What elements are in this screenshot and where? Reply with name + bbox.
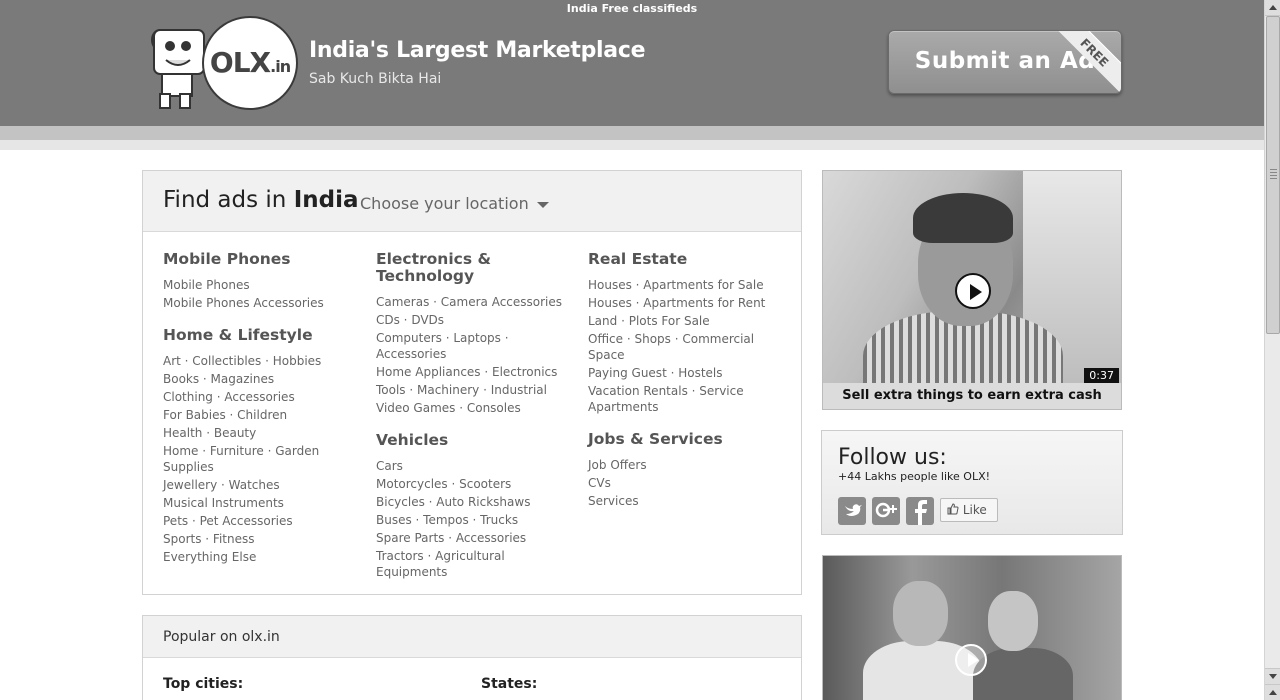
subcategory-link[interactable]: Computers · Laptops · Accessories — [376, 330, 526, 362]
twitter-icon[interactable] — [838, 497, 866, 525]
site-header: India Free classifieds OLX.in India's La… — [0, 0, 1264, 126]
find-ads-title: Find ads in India — [163, 187, 359, 213]
category-title[interactable]: Real Estate — [588, 251, 788, 268]
subcategory-link[interactable]: Everything Else — [163, 549, 363, 565]
subcategory-link[interactable]: Office · Shops · Commercial Space — [588, 331, 758, 363]
caret-down-icon — [536, 201, 549, 208]
video-caption: Sell extra things to earn extra cash — [823, 383, 1121, 409]
google-plus-icon[interactable] — [872, 497, 900, 525]
subcategory-link[interactable]: Motorcycles · Scooters — [376, 476, 576, 492]
site-title: India's Largest Marketplace — [309, 38, 646, 63]
scrollbar-thumb[interactable] — [1266, 16, 1280, 334]
category-mobile-phones: Mobile Phones Mobile Phones Mobile Phone… — [163, 251, 363, 311]
category-title[interactable]: Electronics & Technology — [376, 251, 516, 285]
site-tagline: Sab Kuch Bikta Hai — [309, 71, 442, 87]
subcategory-link[interactable]: Pets · Pet Accessories — [163, 513, 363, 529]
subcategory-link[interactable]: Land · Plots For Sale — [588, 313, 788, 329]
promo-video-2[interactable] — [822, 555, 1122, 700]
subcategory-link[interactable]: Houses · Apartments for Rent — [588, 295, 788, 311]
subcategory-link[interactable]: Video Games · Consoles — [376, 400, 576, 416]
subcategory-link[interactable]: For Babies · Children — [163, 407, 363, 423]
category-vehicles: Vehicles Cars Motorcycles · Scooters Bic… — [376, 432, 576, 580]
logo-badge: OLX.in — [202, 16, 298, 110]
header-divider — [0, 126, 1264, 140]
header-top-text: India Free classifieds — [566, 2, 698, 15]
subcategory-link[interactable]: Cars — [376, 458, 576, 474]
subcategory-link[interactable]: Buses · Tempos · Trucks — [376, 512, 576, 528]
subcategory-link[interactable]: Paying Guest · Hostels — [588, 365, 788, 381]
find-ads-header: Find ads in India Choose your location — [143, 171, 801, 232]
subcategory-link[interactable]: Mobile Phones — [163, 277, 363, 293]
popular-panel: Popular on olx.in Top cities: States: — [142, 615, 802, 700]
category-jobs-services: Jobs & Services Job Offers CVs Services — [588, 431, 788, 509]
category-column-3: Real Estate Houses · Apartments for Sale… — [588, 251, 788, 525]
find-ads-panel: Find ads in India Choose your location M… — [142, 170, 802, 595]
category-home-lifestyle: Home & Lifestyle Art · Collectibles · Ho… — [163, 327, 363, 565]
subcategory-link[interactable]: Art · Collectibles · Hobbies — [163, 353, 363, 369]
video2-person2-head — [988, 591, 1038, 651]
scroll-up-arrow-icon[interactable] — [1265, 684, 1280, 700]
category-title[interactable]: Mobile Phones — [163, 251, 363, 268]
video-person-hair — [913, 193, 1013, 243]
category-title[interactable]: Vehicles — [376, 432, 576, 449]
promo-video[interactable]: 0:37 Sell extra things to earn extra cas… — [822, 170, 1122, 410]
subcategory-link[interactable]: Home · Furniture · Garden Supplies — [163, 443, 323, 475]
states-heading: States: — [481, 676, 538, 692]
olx-logo[interactable]: OLX.in — [142, 16, 302, 111]
popular-header: Popular on olx.in — [143, 616, 801, 658]
page-scrollbar[interactable] — [1264, 0, 1280, 700]
play-icon[interactable] — [955, 273, 991, 309]
like-button[interactable]: Like — [940, 498, 998, 522]
subcategory-link[interactable]: CDs · DVDs — [376, 312, 576, 328]
follow-us-box: Follow us: +44 Lakhs people like OLX! Li… — [821, 430, 1123, 535]
subcategory-link[interactable]: Mobile Phones Accessories — [163, 295, 363, 311]
thumbs-up-icon — [947, 503, 963, 517]
subcategory-link[interactable]: Tools · Machinery · Industrial — [376, 382, 576, 398]
category-title[interactable]: Jobs & Services — [588, 431, 788, 448]
category-title[interactable]: Home & Lifestyle — [163, 327, 363, 344]
subcategory-link[interactable]: CVs — [588, 475, 788, 491]
location-selector[interactable]: Choose your location — [360, 194, 549, 213]
header-divider-light — [0, 140, 1264, 150]
category-column-1: Mobile Phones Mobile Phones Mobile Phone… — [163, 251, 363, 581]
subcategory-link[interactable]: Bicycles · Auto Rickshaws — [376, 494, 576, 510]
grip-icon — [1270, 169, 1277, 181]
subcategory-link[interactable]: Clothing · Accessories — [163, 389, 363, 405]
follow-us-title: Follow us: — [838, 445, 947, 470]
subcategory-link[interactable]: Cameras · Camera Accessories — [376, 294, 576, 310]
location-label: Choose your location — [360, 194, 529, 213]
subcategory-link[interactable]: Jewellery · Watches — [163, 477, 363, 493]
subcategory-link[interactable]: Musical Instruments — [163, 495, 363, 511]
play-icon[interactable] — [955, 644, 987, 676]
category-electronics: Electronics & Technology Cameras · Camer… — [376, 251, 576, 416]
subcategory-link[interactable]: Houses · Apartments for Sale — [588, 277, 788, 293]
like-label: Like — [962, 503, 987, 517]
subcategory-link[interactable]: Books · Magazines — [163, 371, 363, 387]
scroll-down-arrow-icon[interactable] — [1265, 668, 1280, 684]
subcategory-link[interactable]: Home Appliances · Electronics — [376, 364, 576, 380]
follow-us-subtitle: +44 Lakhs people like OLX! — [838, 470, 991, 483]
subcategory-link[interactable]: Spare Parts · Accessories — [376, 530, 576, 546]
subcategory-link[interactable]: Health · Beauty — [163, 425, 363, 441]
category-column-2: Electronics & Technology Cameras · Camer… — [376, 251, 576, 596]
subcategory-link[interactable]: Services — [588, 493, 788, 509]
scroll-up-arrow-icon[interactable] — [1265, 0, 1280, 16]
subcategory-link[interactable]: Vacation Rentals · Service Apartments — [588, 383, 748, 415]
video2-person2-body — [973, 648, 1073, 700]
popular-title: Popular on olx.in — [163, 629, 280, 645]
logo-wordmark: OLX.in — [209, 46, 291, 79]
submit-ad-button[interactable]: Submit an Ad FREE — [888, 30, 1122, 94]
facebook-icon[interactable] — [906, 497, 934, 525]
subcategory-link[interactable]: Sports · Fitness — [163, 531, 363, 547]
top-cities-heading: Top cities: — [163, 676, 244, 692]
video-duration: 0:37 — [1084, 368, 1119, 383]
subcategory-link[interactable]: Tractors · Agricultural Equipments — [376, 548, 576, 580]
subcategory-link[interactable]: Job Offers — [588, 457, 788, 473]
category-real-estate: Real Estate Houses · Apartments for Sale… — [588, 251, 788, 415]
video2-person-head — [893, 581, 948, 646]
